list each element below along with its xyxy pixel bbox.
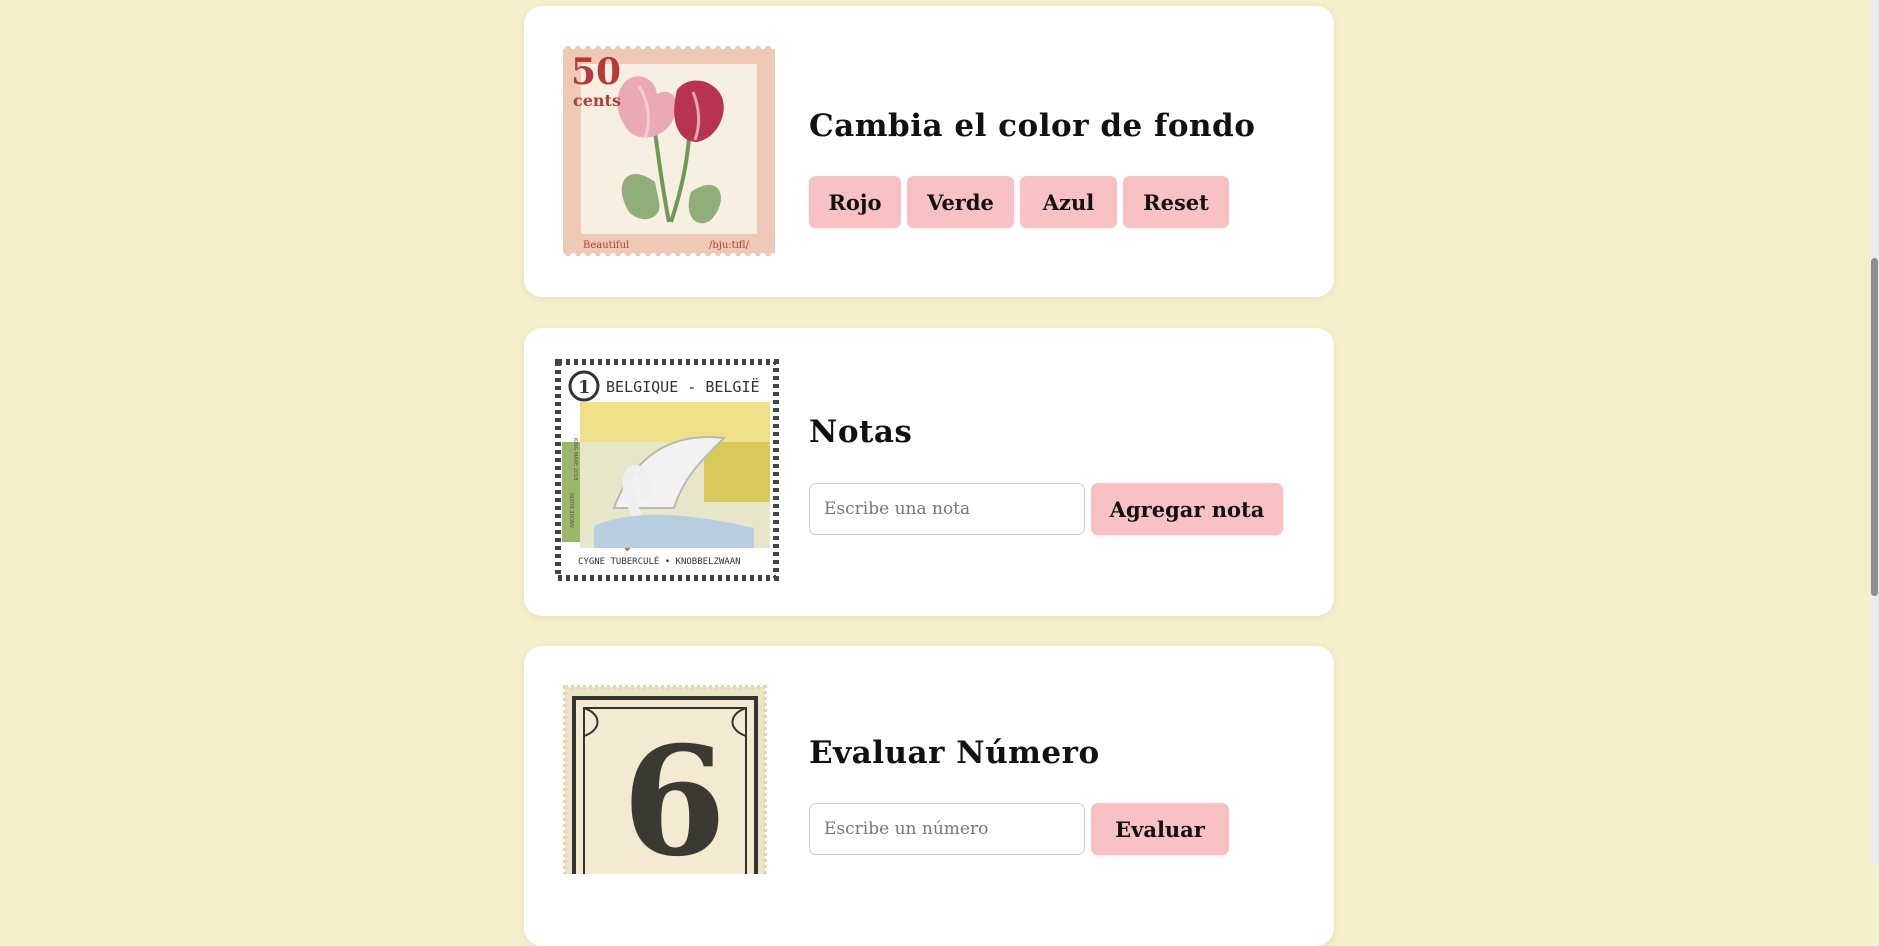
evaluate-number-title: Evaluar Número <box>809 735 1100 771</box>
swan-stamp-image: 1 BELGIQUE - BELGIË CYGNE TUBERCULÉ • KN… <box>555 359 779 581</box>
note-input[interactable] <box>809 483 1085 535</box>
stamp-footer-right: /bjuːtɪfl/ <box>709 240 750 251</box>
stamp-footer-left: Beautiful <box>583 240 629 251</box>
stamp-unit: cents <box>573 91 621 110</box>
stamp-number: 1 <box>578 377 591 398</box>
stamp-side-right: KING MAKE 2018 <box>572 438 578 480</box>
evaluate-number-card: 6 Evaluar Número Evaluar <box>524 646 1334 946</box>
stamp-digit: 6 <box>622 714 726 874</box>
evaluate-button[interactable]: Evaluar <box>1091 803 1229 855</box>
add-note-button[interactable]: Agregar nota <box>1091 483 1283 535</box>
red-button[interactable]: Rojo <box>809 176 901 228</box>
scrollbar-thumb[interactable] <box>1871 258 1878 596</box>
page: 50 cents Beautiful /bjuːtɪfl/ Cambia el … <box>0 0 1879 946</box>
tulip-stamp-image: 50 cents Beautiful /bjuːtɪfl/ <box>560 43 776 259</box>
green-button[interactable]: Verde <box>907 176 1014 228</box>
number-input[interactable] <box>809 803 1085 855</box>
notes-title: Notas <box>809 414 913 450</box>
background-color-title: Cambia el color de fondo <box>809 108 1256 144</box>
stamp-caption: CYGNE TUBERCULÉ • KNOBBELZWAAN <box>578 555 741 567</box>
notes-card: 1 BELGIQUE - BELGIË CYGNE TUBERCULÉ • KN… <box>524 328 1334 616</box>
blue-button[interactable]: Azul <box>1020 176 1117 228</box>
background-color-card: 50 cents Beautiful /bjuːtɪfl/ Cambia el … <box>524 6 1334 297</box>
number-six-stamp-image: 6 <box>563 685 767 874</box>
stamp-value: 50 <box>571 51 621 93</box>
reset-button[interactable]: Reset <box>1123 176 1229 228</box>
stamp-country: BELGIQUE - BELGIË <box>606 377 760 396</box>
stamp-side-left: ANDRÉ BUZIN <box>568 493 576 528</box>
